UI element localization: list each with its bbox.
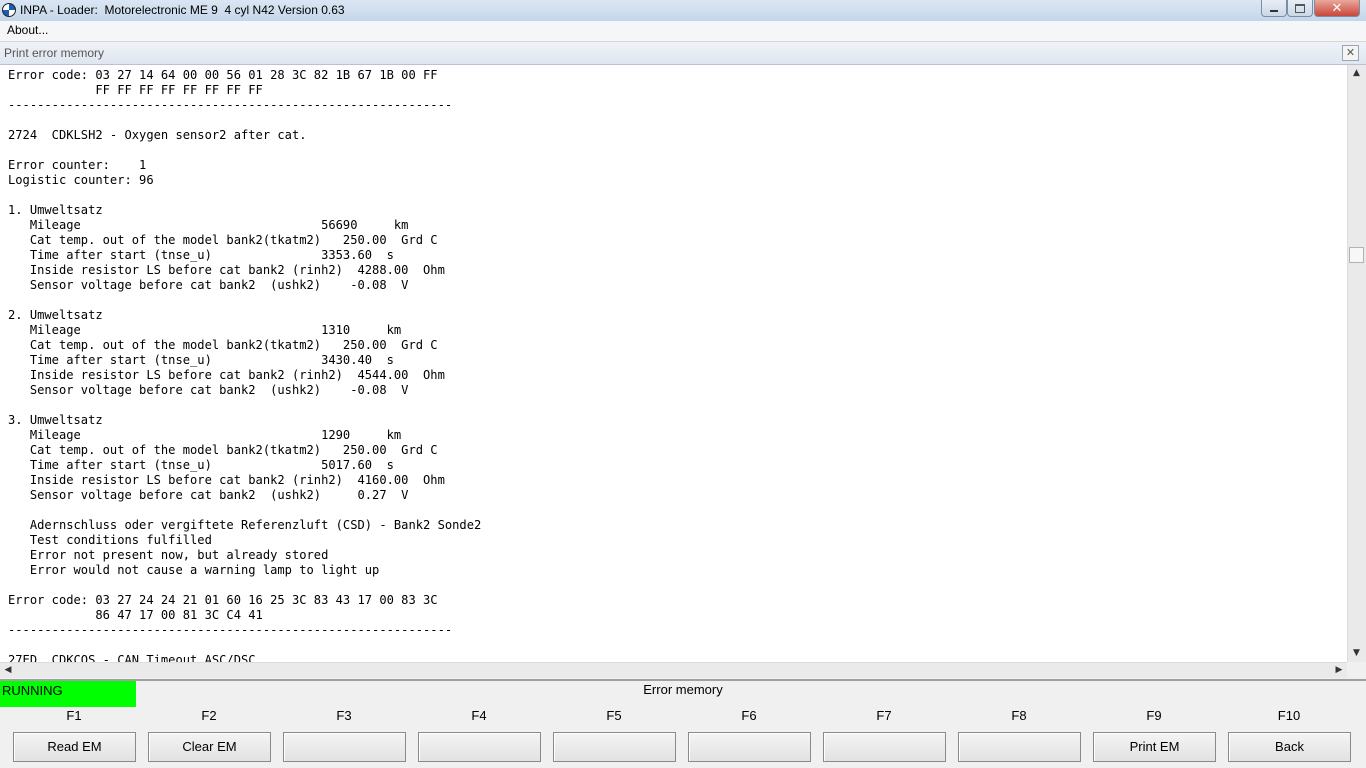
output-line: 2724 CDKLSH2 - Oxygen sensor2 after cat.	[8, 128, 307, 142]
minimize-icon	[1270, 10, 1278, 12]
output-line: 1. Umweltsatz	[8, 203, 103, 217]
child-window-title: Print error memory	[4, 46, 105, 60]
vertical-scrollbar[interactable]: ▲ ▼	[1347, 65, 1366, 662]
window-title: INPA - Loader: Motorelectronic ME 9 4 cy…	[20, 3, 345, 17]
fkey-label-f10: F10	[1277, 708, 1301, 723]
output-line: Logistic counter: 96	[8, 173, 154, 187]
scroll-up-icon[interactable]: ▲	[1348, 65, 1365, 82]
fkey-label-f4: F4	[471, 708, 487, 723]
menu-item-about[interactable]: About...	[7, 23, 48, 37]
fkey-button-f9[interactable]: Print EM	[1093, 732, 1216, 762]
scroll-left-icon[interactable]: ◀	[0, 663, 16, 678]
fkey-button-f8[interactable]	[958, 732, 1081, 762]
screen-title: Error memory	[643, 682, 723, 697]
function-key-panel: RUNNING Error memory F1 Read EM F2 Clear EM…	[0, 679, 1366, 768]
fkey-label-f7: F7	[876, 708, 892, 723]
output-line: ----------------------------------------…	[8, 98, 453, 112]
fkey-button-f6[interactable]	[688, 732, 811, 762]
output-line: Sensor voltage before cat bank2 (ushk2) …	[8, 383, 409, 397]
scroll-right-icon[interactable]: ▶	[1331, 663, 1347, 678]
fkey-label-f3: F3	[336, 708, 352, 723]
fkey-label-f6: F6	[741, 708, 757, 723]
output-line: Mileage 56690 km	[8, 218, 409, 232]
child-close-button[interactable]: ✕	[1342, 45, 1359, 61]
fkey-button-f7[interactable]	[823, 732, 946, 762]
output-line: FF FF FF FF FF FF FF FF	[8, 83, 263, 97]
scroll-down-icon[interactable]: ▼	[1348, 645, 1365, 662]
horizontal-scrollbar[interactable]: ◀ ▶	[0, 662, 1347, 678]
fkey-button-f1[interactable]: Read EM	[13, 732, 136, 762]
fkey-button-f10[interactable]: Back	[1228, 732, 1351, 762]
output-line: Time after start (tnse_u) 3430.40 s	[8, 353, 394, 367]
output-line: Cat temp. out of the model bank2(tkatm2)…	[8, 338, 438, 352]
output-line: Sensor voltage before cat bank2 (ushk2) …	[8, 488, 409, 502]
output-line: Error code: 03 27 24 24 21 01 60 16 25 3…	[8, 593, 438, 607]
fkey-button-f2[interactable]: Clear EM	[148, 732, 271, 762]
menu-bar: About...	[0, 21, 1366, 42]
fkey-label-f9: F9	[1146, 708, 1162, 723]
fkey-button-f5[interactable]	[553, 732, 676, 762]
child-window-header: Print error memory ✕	[0, 43, 1366, 65]
fkey-button-f3[interactable]	[283, 732, 406, 762]
output-line: 86 47 17 00 81 3C C4 41	[8, 608, 263, 622]
output-line: Inside resistor LS before cat bank2 (rin…	[8, 263, 445, 277]
bmw-logo-icon	[2, 3, 16, 17]
close-icon: ✕	[1345, 46, 1356, 59]
output-line: 27ED CDKCOS - CAN Timeout ASC/DSC	[8, 653, 256, 662]
close-window-button[interactable]: ✕	[1314, 0, 1360, 17]
output-line: 3. Umweltsatz	[8, 413, 103, 427]
output-line: Error would not cause a warning lamp to …	[8, 563, 380, 577]
output-line: Time after start (tnse_u) 5017.60 s	[8, 458, 394, 472]
output-line: ----------------------------------------…	[8, 623, 453, 637]
output-line: Time after start (tnse_u) 3353.60 s	[8, 248, 394, 262]
output-line: Error not present now, but already store…	[8, 548, 329, 562]
window-title-bar: INPA - Loader: Motorelectronic ME 9 4 cy…	[0, 0, 1366, 22]
output-line: Cat temp. out of the model bank2(tkatm2)…	[8, 443, 438, 457]
output-line: Inside resistor LS before cat bank2 (rin…	[8, 473, 445, 487]
output-line: Mileage 1290 km	[8, 428, 402, 442]
output-line: Test conditions fulfilled	[8, 533, 212, 547]
maximize-icon	[1295, 3, 1305, 13]
vertical-scroll-thumb[interactable]	[1349, 247, 1364, 263]
output-line: Inside resistor LS before cat bank2 (rin…	[8, 368, 445, 382]
fkey-label-f1: F1	[66, 708, 82, 723]
minimize-button[interactable]	[1261, 0, 1287, 17]
error-memory-output[interactable]: Error code: 03 27 14 64 00 00 56 01 28 3…	[0, 65, 1347, 662]
close-icon: ✕	[1331, 0, 1343, 16]
output-line: Sensor voltage before cat bank2 (ushk2) …	[8, 278, 409, 292]
output-line: Mileage 1310 km	[8, 323, 402, 337]
fkey-label-f8: F8	[1011, 708, 1027, 723]
output-line: 2. Umweltsatz	[8, 308, 103, 322]
maximize-button[interactable]	[1287, 0, 1313, 17]
output-line: Error code: 03 27 14 64 00 00 56 01 28 3…	[8, 68, 438, 82]
scrollbar-corner	[1347, 662, 1366, 678]
fkey-label-f5: F5	[606, 708, 622, 723]
fkey-button-f4[interactable]	[418, 732, 541, 762]
output-line: Cat temp. out of the model bank2(tkatm2)…	[8, 233, 438, 247]
fkey-label-f2: F2	[201, 708, 217, 723]
output-line: Adernschluss oder vergiftete Referenzluf…	[8, 518, 482, 532]
output-lines: Error code: 03 27 14 64 00 00 56 01 28 3…	[8, 68, 481, 662]
output-line: Error counter: 1	[8, 158, 147, 172]
